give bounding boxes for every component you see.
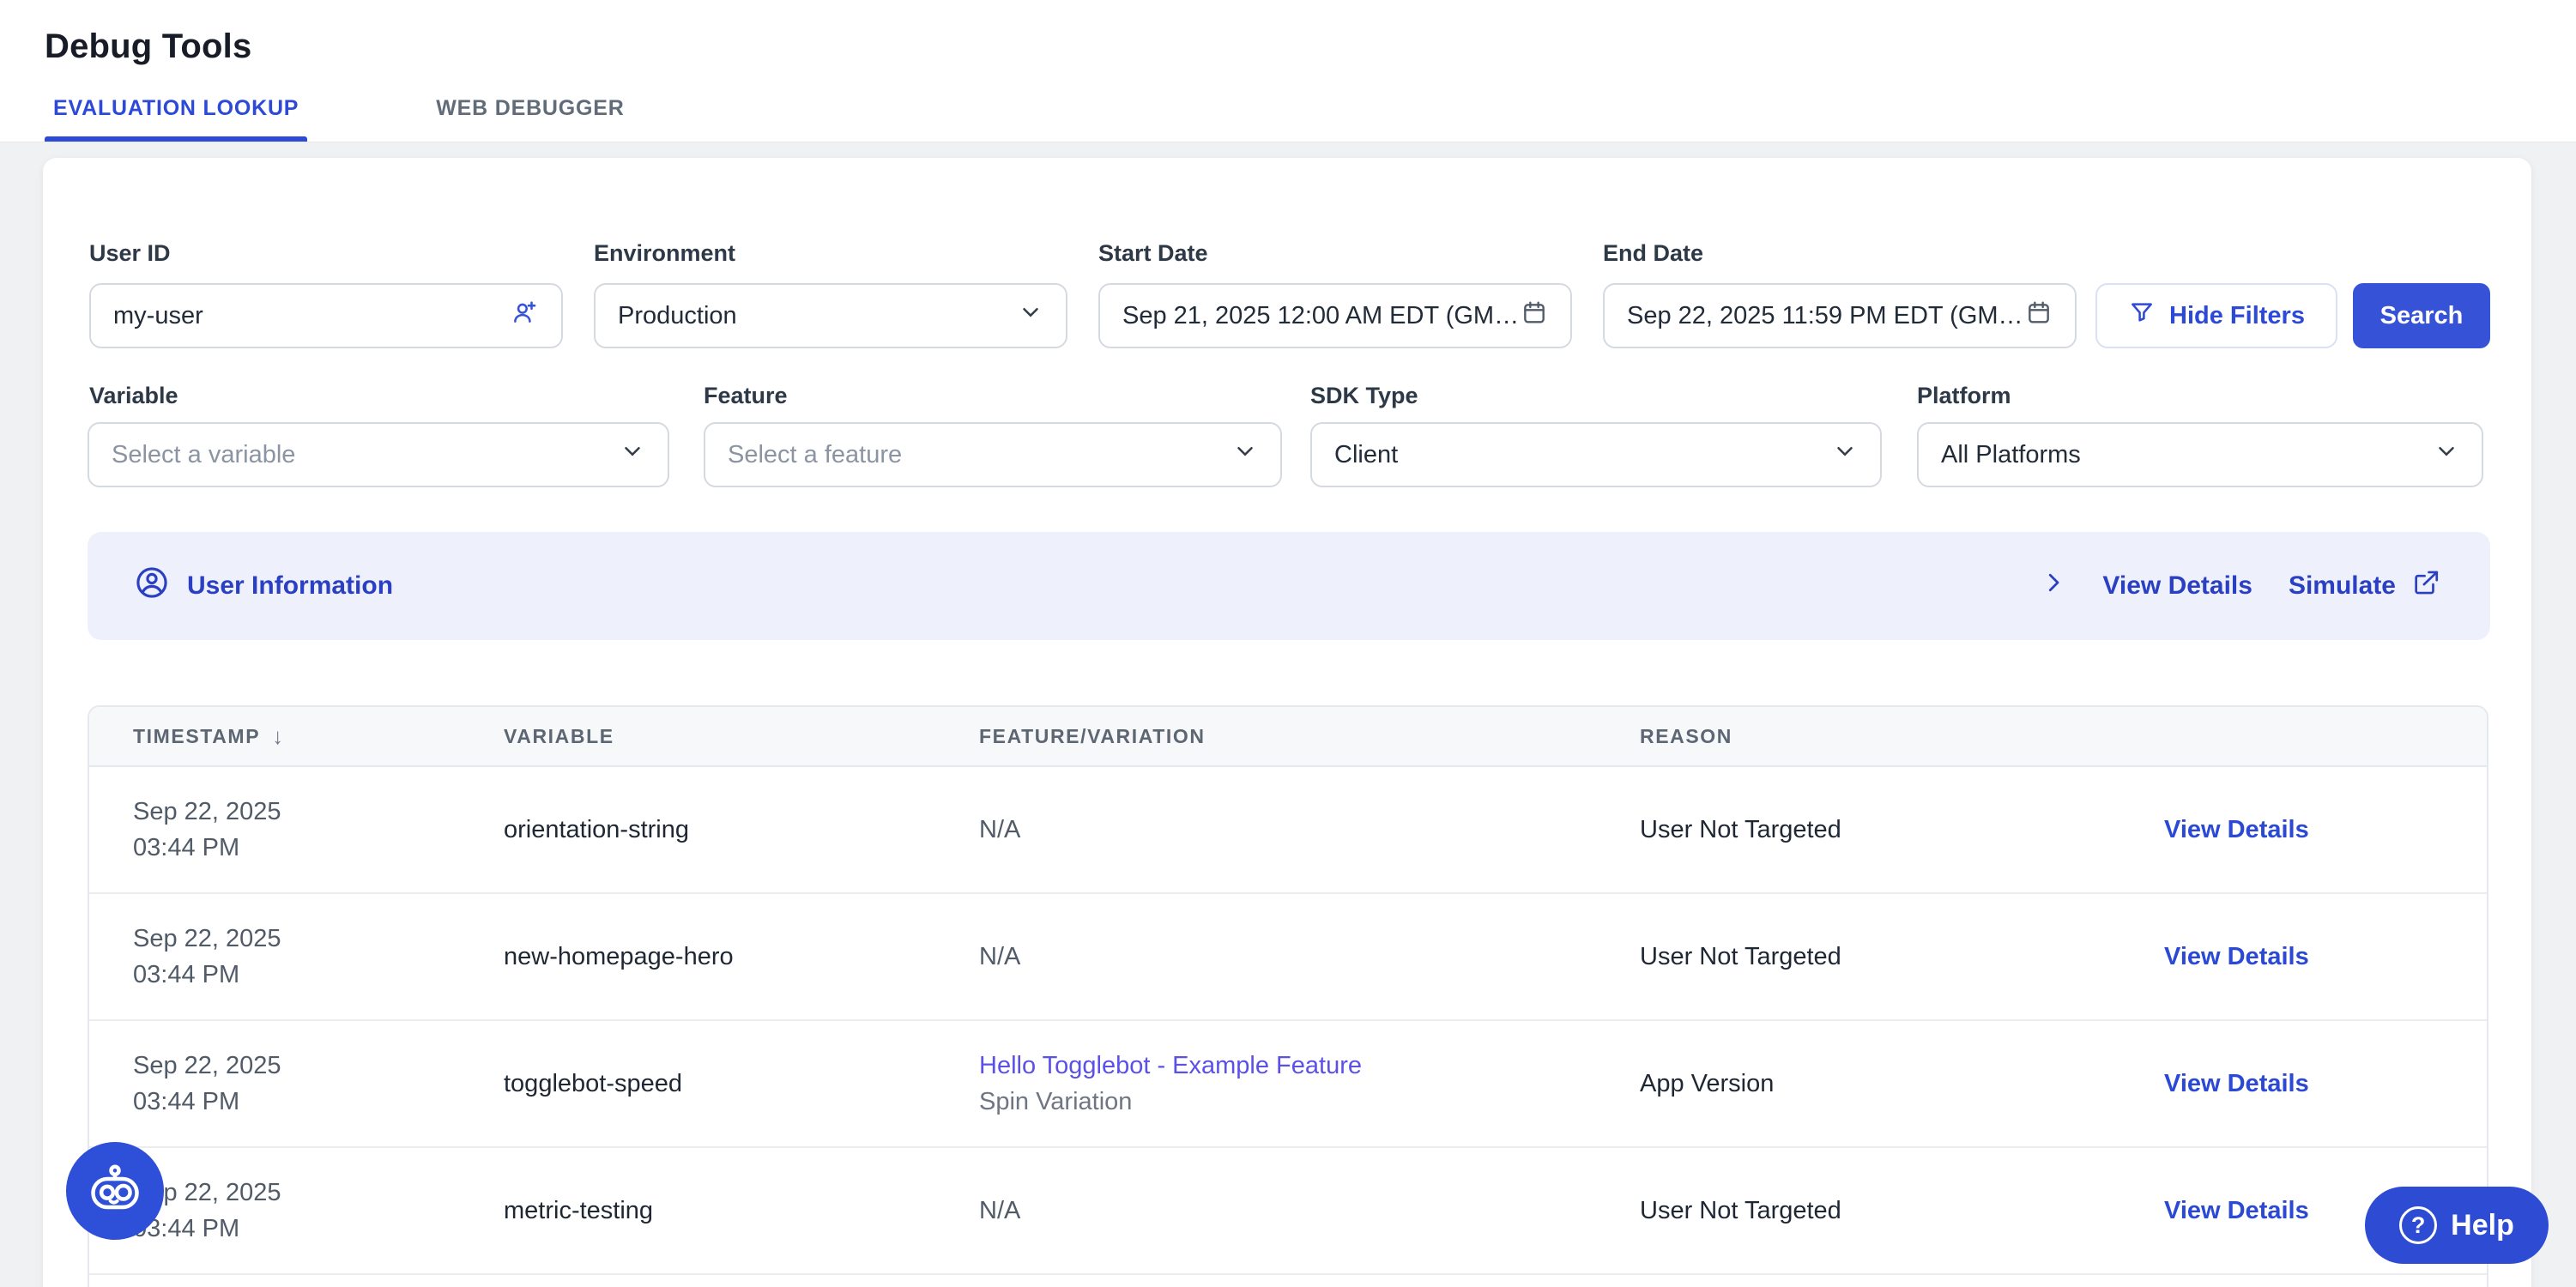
variable-cell: orientation-string [504, 816, 689, 844]
variable-cell: new-homepage-hero [504, 943, 734, 971]
end-date-input[interactable]: Sep 22, 2025 11:59 PM EDT (GM… [1603, 283, 2077, 348]
sort-down-icon: ↓ [272, 723, 283, 750]
user-id-value: my-user [113, 302, 510, 330]
help-button[interactable]: ? Help [2365, 1187, 2549, 1264]
column-label: TIMESTAMP [133, 725, 260, 748]
content-card: User ID Environment Start Date End Date … [43, 158, 2531, 1287]
variable-cell: togglebot-speed [504, 1070, 682, 1098]
variable-cell: metric-testing [504, 1197, 653, 1225]
row-view-details-link[interactable]: View Details [2164, 1197, 2309, 1225]
user-circle-icon [134, 565, 170, 607]
row-view-details-link[interactable]: View Details [2164, 816, 2309, 844]
start-date-label: Start Date [1098, 240, 1208, 267]
feature-cell: N/A [979, 816, 1020, 844]
column-header-reason[interactable]: REASON [1640, 707, 2155, 765]
table-row: Sep 22, 202503:44 PM togglebot-speed Hel… [89, 1021, 2487, 1148]
tab-label: EVALUATION LOOKUP [53, 96, 299, 120]
tab-evaluation-lookup[interactable]: EVALUATION LOOKUP [45, 96, 307, 142]
banner-title: User Information [187, 571, 393, 601]
column-header-timestamp[interactable]: TIMESTAMP ↓ [133, 707, 493, 765]
external-link-icon [2411, 568, 2440, 604]
feature-cell: N/A [979, 943, 1020, 971]
question-circle-icon: ? [2399, 1206, 2437, 1244]
environment-select[interactable]: Production [594, 283, 1067, 348]
search-button[interactable]: Search [2353, 283, 2490, 348]
environment-label: Environment [594, 240, 735, 267]
user-information-toggle[interactable]: User Information [134, 565, 393, 607]
chevron-down-icon [2434, 438, 2459, 471]
end-date-label: End Date [1603, 240, 1703, 267]
page-title: Debug Tools [45, 27, 251, 66]
table-row: Sep 22, 202503:44 PM orientation-string … [89, 767, 2487, 894]
hide-filters-button[interactable]: Hide Filters [2095, 283, 2337, 348]
banner-view-details-link[interactable]: View Details [2102, 571, 2252, 601]
table-row: Sep 22, 202503:44 PM new-homepage-hero N… [89, 894, 2487, 1021]
sdk-type-select[interactable]: Client [1310, 422, 1882, 487]
chevron-right-icon [2041, 570, 2066, 602]
start-date-value: Sep 21, 2025 12:00 AM EDT (GM… [1122, 302, 1521, 330]
banner-view-details-label: View Details [2102, 571, 2252, 601]
calendar-icon[interactable] [1521, 299, 1548, 333]
feature-label: Feature [704, 383, 788, 409]
column-label: FEATURE/VARIATION [979, 725, 1206, 748]
timestamp-cell: Sep 22, 202503:44 PM [133, 1048, 281, 1120]
chevron-down-icon [620, 438, 645, 471]
column-header-feature-variation[interactable]: FEATURE/VARIATION [979, 707, 1631, 765]
chevron-down-icon [1832, 438, 1858, 471]
filter-funnel-icon [2128, 299, 2156, 333]
column-header-variable[interactable]: VARIABLE [504, 707, 967, 765]
variable-label: Variable [89, 383, 178, 409]
row-view-details-link[interactable]: View Details [2164, 1070, 2309, 1098]
reason-cell: User Not Targeted [1640, 816, 1841, 844]
feature-select[interactable]: Select a feature [704, 422, 1282, 487]
variable-select[interactable]: Select a variable [88, 422, 669, 487]
environment-value: Production [618, 302, 1018, 330]
simulate-link[interactable]: Simulate [2289, 568, 2440, 604]
feature-variation-cell: Hello Togglebot - Example Feature Spin V… [979, 1048, 1362, 1120]
variation-label: Spin Variation [979, 1088, 1132, 1115]
reason-cell: User Not Targeted [1640, 1197, 1841, 1225]
user-information-banner: User Information View Details Simulate [88, 532, 2490, 640]
feature-placeholder: Select a feature [728, 441, 1232, 469]
sdk-type-value: Client [1334, 441, 1832, 469]
variable-placeholder: Select a variable [112, 441, 620, 469]
reason-cell: User Not Targeted [1640, 943, 1841, 971]
sdk-type-label: SDK Type [1310, 383, 1418, 409]
column-label: REASON [1640, 725, 1732, 748]
platform-value: All Platforms [1941, 441, 2434, 469]
assistant-robot-button[interactable] [66, 1142, 164, 1240]
chevron-down-icon [1232, 438, 1258, 471]
robot-icon [84, 1158, 146, 1224]
person-add-icon[interactable] [510, 298, 539, 334]
simulate-label: Simulate [2289, 571, 2396, 601]
end-date-value: Sep 22, 2025 11:59 PM EDT (GM… [1627, 302, 2025, 330]
evaluations-table: TIMESTAMP ↓ VARIABLE FEATURE/VARIATION R… [88, 705, 2488, 1287]
chevron-down-icon [1018, 299, 1043, 332]
help-label: Help [2451, 1209, 2514, 1242]
top-header: Debug Tools EVALUATION LOOKUP WEB DEBUGG… [0, 0, 2576, 142]
feature-cell: N/A [979, 1197, 1020, 1225]
start-date-input[interactable]: Sep 21, 2025 12:00 AM EDT (GM… [1098, 283, 1572, 348]
feature-link[interactable]: Hello Togglebot - Example Feature [979, 1052, 1362, 1079]
column-label: VARIABLE [504, 725, 614, 748]
tab-bar: EVALUATION LOOKUP WEB DEBUGGER [45, 96, 633, 142]
banner-expand-chevron[interactable] [2041, 570, 2066, 602]
platform-select[interactable]: All Platforms [1917, 422, 2483, 487]
calendar-icon[interactable] [2025, 299, 2053, 333]
table-header-row: TIMESTAMP ↓ VARIABLE FEATURE/VARIATION R… [89, 707, 2487, 767]
tab-web-debugger[interactable]: WEB DEBUGGER [427, 96, 632, 142]
table-row: Sep 22, 202503:44 PM metric-testing N/A … [89, 1148, 2487, 1275]
tab-label: WEB DEBUGGER [436, 96, 624, 120]
hide-filters-label: Hide Filters [2169, 302, 2305, 330]
timestamp-cell: Sep 22, 202503:44 PM [133, 921, 281, 993]
search-button-label: Search [2380, 302, 2464, 330]
platform-label: Platform [1917, 383, 2011, 409]
user-id-input[interactable]: my-user [89, 283, 563, 348]
reason-cell: App Version [1640, 1070, 1774, 1098]
user-id-label: User ID [89, 240, 171, 267]
row-view-details-link[interactable]: View Details [2164, 943, 2309, 971]
timestamp-cell: Sep 22, 202503:44 PM [133, 794, 281, 866]
